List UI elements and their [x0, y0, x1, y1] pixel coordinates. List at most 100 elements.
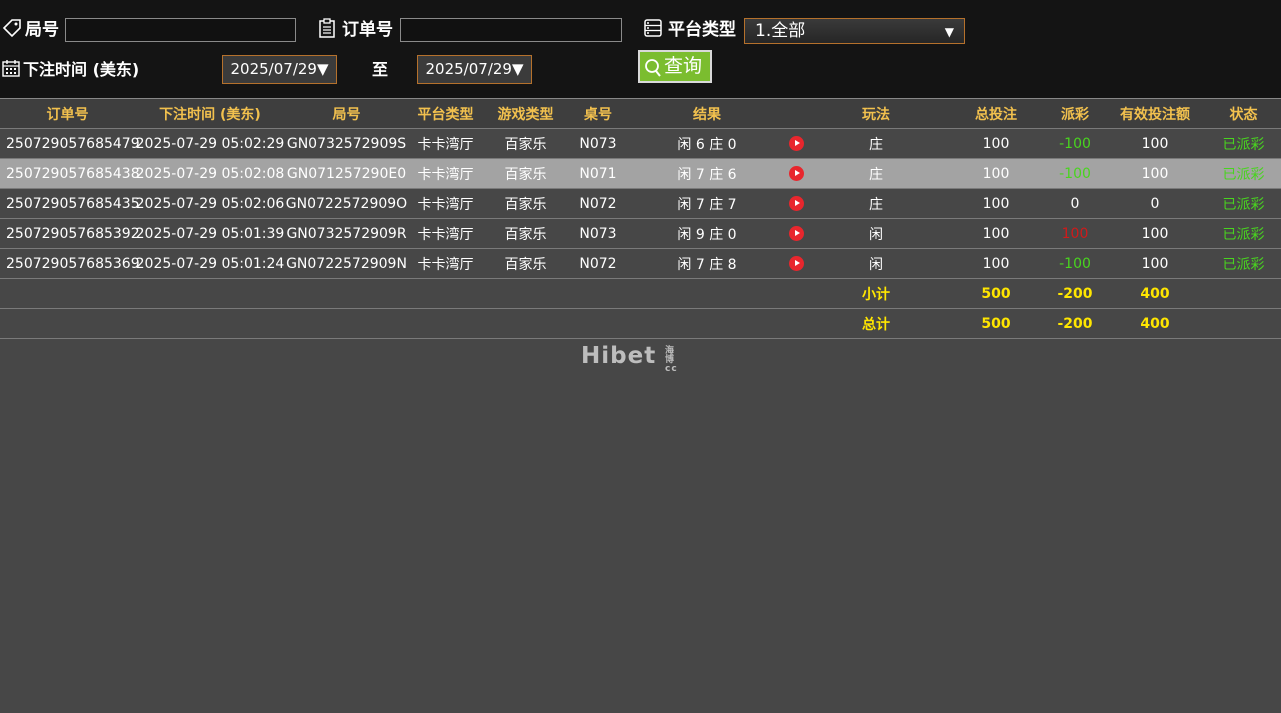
status-cell: 已派彩 [1206, 188, 1281, 219]
platform-selected: 1.全部 [755, 21, 806, 41]
payout-cell: -100 [1046, 128, 1104, 159]
col-table: 桌号 [568, 98, 628, 129]
calendar-icon [2, 60, 20, 77]
valid-cell: 100 [1104, 128, 1206, 159]
caret-down-icon: ▼ [944, 25, 954, 39]
game-cell: 百家乐 [483, 128, 568, 159]
col-video [786, 98, 806, 129]
round-cell: GN0722572909N [285, 248, 408, 279]
table-row[interactable]: 250729057685435 2025-07-29 05:02:06 GN07… [0, 188, 1281, 219]
table-cell: N073 [568, 218, 628, 249]
round-input[interactable] [65, 18, 296, 42]
payout-cell: -100 [1046, 248, 1104, 279]
subtotal-bet: 500 [946, 278, 1046, 309]
game-cell: 百家乐 [483, 188, 568, 219]
play-cell: 庄 [806, 158, 946, 189]
col-valid: 有效投注额 [1104, 98, 1206, 129]
table-header: 订单号 下注时间 (美东) 局号 平台类型 游戏类型 桌号 结果 玩法 总投注 … [0, 98, 1281, 129]
server-icon [644, 19, 662, 37]
table-cell: N072 [568, 248, 628, 279]
play-icon[interactable] [788, 166, 804, 181]
total-payout: -200 [1046, 308, 1104, 339]
status-cell: 已派彩 [1206, 218, 1281, 249]
table-cell: N071 [568, 158, 628, 189]
time-cell: 2025-07-29 05:01:24 [135, 248, 285, 279]
order-cell: 250729057685369 [0, 248, 140, 279]
play-cell: 庄 [806, 188, 946, 219]
query-button[interactable]: 查询 [638, 50, 712, 83]
play-icon[interactable] [788, 226, 804, 241]
total-label: 总计 [806, 308, 946, 339]
table-row[interactable]: 250729057685438 2025-07-29 05:02:08 GN07… [0, 158, 1281, 189]
play-cell: 闲 [806, 248, 946, 279]
total-row: 总计 500 -200 400 [0, 308, 1281, 339]
date-from-button[interactable]: 2025/07/29▼ [222, 55, 337, 84]
payout-cell: 0 [1046, 188, 1104, 219]
play-icon[interactable] [788, 136, 804, 151]
time-cell: 2025-07-29 05:02:06 [135, 188, 285, 219]
tag-icon [2, 19, 21, 38]
platform-cell: 卡卡湾厅 [408, 248, 483, 279]
platform-cell: 卡卡湾厅 [408, 128, 483, 159]
play-icon[interactable] [788, 196, 804, 211]
game-cell: 百家乐 [483, 158, 568, 189]
order-cell: 250729057685438 [0, 158, 140, 189]
bet-records-table: 订单号 下注时间 (美东) 局号 平台类型 游戏类型 桌号 结果 玩法 总投注 … [0, 98, 1281, 339]
bet-cell: 100 [946, 248, 1046, 279]
logo-suffix: 海博 cc [665, 346, 678, 374]
valid-cell: 100 [1104, 248, 1206, 279]
order-input[interactable] [400, 18, 622, 42]
valid-cell: 100 [1104, 218, 1206, 249]
table-cell: N073 [568, 128, 628, 159]
time-cell: 2025-07-29 05:01:39 [135, 218, 285, 249]
play-cell: 闲 [806, 218, 946, 249]
col-result: 结果 [628, 98, 786, 129]
platform-select[interactable]: 1.全部 ▼ [744, 18, 965, 44]
valid-cell: 0 [1104, 188, 1206, 219]
payout-cell: -100 [1046, 158, 1104, 189]
status-cell: 已派彩 [1206, 158, 1281, 189]
platform-label: 平台类型 [668, 20, 736, 40]
video-cell [786, 248, 806, 279]
round-cell: GN0732572909S [285, 128, 408, 159]
table-row[interactable]: 250729057685369 2025-07-29 05:01:24 GN07… [0, 248, 1281, 279]
platform-cell: 卡卡湾厅 [408, 158, 483, 189]
valid-cell: 100 [1104, 158, 1206, 189]
round-cell: GN071257290E0 [285, 158, 408, 189]
logo-text: Hibet [581, 343, 657, 369]
time-label: 下注时间 (美东) [23, 60, 140, 79]
result-cell: 闲 7 庄 6 [628, 158, 786, 189]
round-cell: GN0732572909R [285, 218, 408, 249]
status-cell: 已派彩 [1206, 248, 1281, 279]
date-to-button[interactable]: 2025/07/29▼ [417, 55, 532, 84]
col-time: 下注时间 (美东) [135, 98, 285, 129]
col-status: 状态 [1206, 98, 1281, 129]
clipboard-icon [319, 18, 335, 38]
col-order: 订单号 [0, 98, 135, 129]
payout-cell: 100 [1046, 218, 1104, 249]
bet-cell: 100 [946, 158, 1046, 189]
order-cell: 250729057685479 [0, 128, 140, 159]
total-valid: 400 [1104, 308, 1206, 339]
play-icon[interactable] [788, 256, 804, 271]
video-cell [786, 218, 806, 249]
col-play: 玩法 [806, 98, 946, 129]
round-label: 局号 [25, 20, 59, 40]
video-cell [786, 188, 806, 219]
platform-cell: 卡卡湾厅 [408, 218, 483, 249]
status-cell: 已派彩 [1206, 128, 1281, 159]
table-row[interactable]: 250729057685392 2025-07-29 05:01:39 GN07… [0, 218, 1281, 249]
time-cell: 2025-07-29 05:02:08 [135, 158, 285, 189]
video-cell [786, 158, 806, 189]
platform-cell: 卡卡湾厅 [408, 188, 483, 219]
video-cell [786, 128, 806, 159]
order-cell: 250729057685392 [0, 218, 140, 249]
subtotal-payout: -200 [1046, 278, 1104, 309]
col-bet: 总投注 [946, 98, 1046, 129]
col-platform: 平台类型 [408, 98, 483, 129]
result-cell: 闲 9 庄 0 [628, 218, 786, 249]
search-icon [645, 59, 661, 77]
game-cell: 百家乐 [483, 248, 568, 279]
table-row[interactable]: 250729057685479 2025-07-29 05:02:29 GN07… [0, 128, 1281, 159]
time-cell: 2025-07-29 05:02:29 [135, 128, 285, 159]
